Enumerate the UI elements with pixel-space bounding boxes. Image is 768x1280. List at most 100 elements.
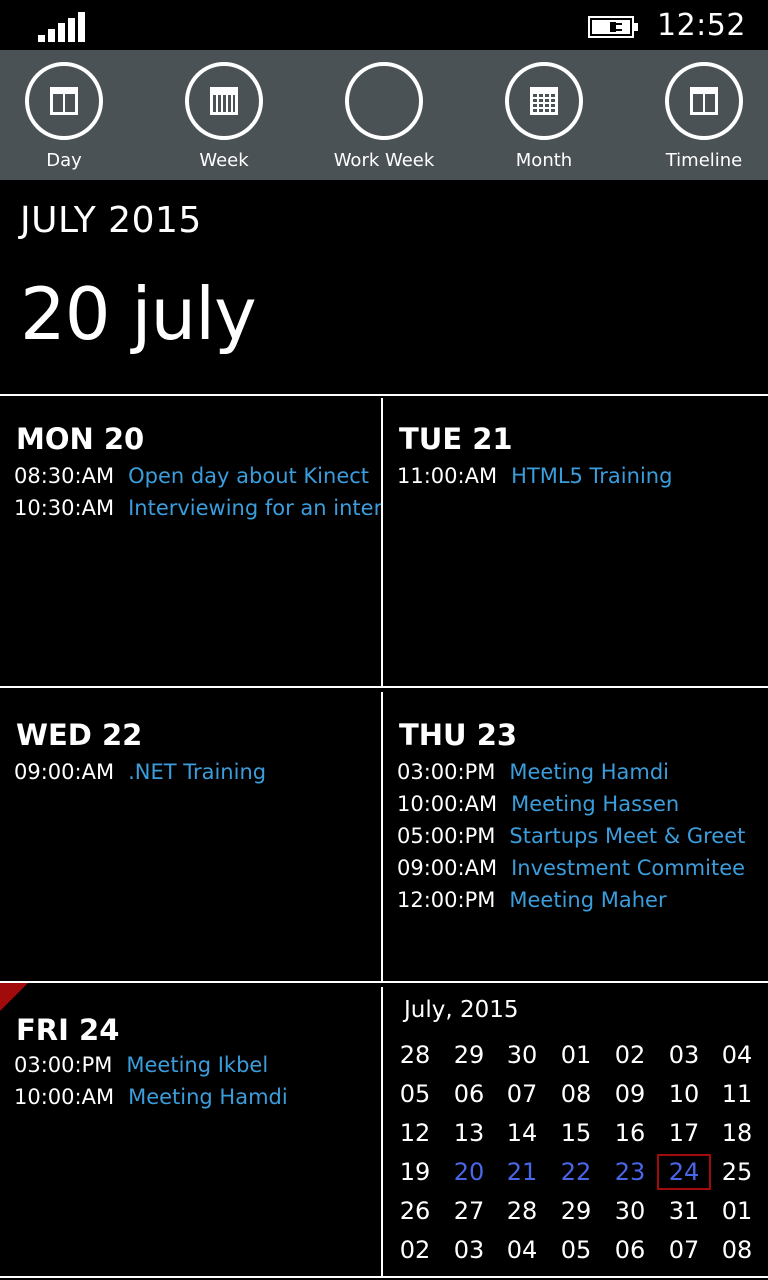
event-time: 08:30:AM: [14, 464, 115, 488]
mini-calendar-day[interactable]: 31: [657, 1193, 711, 1229]
status-bar: 12:52: [0, 0, 768, 50]
mini-calendar-day[interactable]: 27: [442, 1193, 496, 1229]
event-item[interactable]: 09:00:AM .NET Training: [14, 760, 266, 790]
month-view-button[interactable]: Month: [464, 62, 624, 180]
mini-calendar-day[interactable]: 11: [710, 1076, 764, 1112]
timeline-view-label: Timeline: [665, 150, 743, 171]
day-cell-wed[interactable]: WED 22 09:00:AM .NET Training: [0, 688, 381, 981]
mini-calendar-day[interactable]: 30: [603, 1193, 657, 1229]
battery-charging-icon: [588, 16, 638, 38]
mini-calendar-day[interactable]: 04: [710, 1037, 764, 1073]
event-title: Interviewing for an internship: [128, 496, 381, 520]
event-time: 12:00:PM: [397, 888, 496, 912]
mini-calendar-day[interactable]: 02: [388, 1232, 442, 1268]
mini-calendar-day[interactable]: 06: [442, 1076, 496, 1112]
event-title: HTML5 Training: [511, 464, 673, 488]
month-view-icon: [530, 87, 558, 115]
mini-calendar-day[interactable]: 15: [549, 1115, 603, 1151]
mini-calendar-day[interactable]: 16: [603, 1115, 657, 1151]
event-title: Open day about Kinect: [128, 464, 370, 488]
day-heading: TUE 21: [399, 422, 513, 456]
day-cell-fri[interactable]: FRI 24 03:00:PM Meeting Ikbel 10:00:AM Mee…: [0, 983, 381, 1276]
mini-calendar-day[interactable]: 23: [603, 1154, 657, 1190]
event-item[interactable]: 11:00:AM HTML5 Training: [397, 464, 672, 494]
timeline-view-button[interactable]: Timeline: [624, 62, 768, 180]
event-title: Meeting Hassen: [511, 792, 680, 816]
event-item[interactable]: 08:30:AM Open day about Kinect: [14, 464, 369, 494]
mini-calendar-day[interactable]: 17: [657, 1115, 711, 1151]
mini-calendar-day[interactable]: 21: [495, 1154, 549, 1190]
event-item[interactable]: 03:00:PM Meeting Hamdi: [397, 760, 669, 790]
mini-calendar-day[interactable]: 08: [549, 1076, 603, 1112]
mini-calendar-day[interactable]: 25: [710, 1154, 764, 1190]
day-heading: WED 22: [16, 718, 143, 752]
day-heading: FRI 24: [16, 1013, 120, 1047]
event-item[interactable]: 10:00:AM Meeting Hamdi: [14, 1085, 288, 1115]
day-cell-thu[interactable]: THU 23 03:00:PM Meeting Hamdi 10:00:AM Mee…: [383, 688, 768, 981]
mini-calendar-day[interactable]: 29: [442, 1037, 496, 1073]
mini-calendar-day[interactable]: 28: [495, 1193, 549, 1229]
event-time: 10:00:AM: [397, 792, 498, 816]
mini-calendar-day[interactable]: 01: [710, 1193, 764, 1229]
event-title: Meeting Ikbel: [126, 1053, 269, 1077]
mini-calendar-day[interactable]: 20: [442, 1154, 496, 1190]
event-title: Meeting Hamdi: [509, 760, 670, 784]
mini-calendar-day[interactable]: 12: [388, 1115, 442, 1151]
mini-calendar-day[interactable]: 14: [495, 1115, 549, 1151]
mini-calendar-day[interactable]: 29: [549, 1193, 603, 1229]
event-time: 10:00:AM: [14, 1085, 115, 1109]
mini-calendar-day[interactable]: 03: [442, 1232, 496, 1268]
event-item[interactable]: 10:00:AM Meeting Hassen: [397, 792, 679, 822]
event-time: 11:00:AM: [397, 464, 498, 488]
day-view-icon: [50, 87, 78, 115]
event-time: 03:00:PM: [14, 1053, 113, 1077]
mini-calendar-day[interactable]: 30: [495, 1037, 549, 1073]
mini-calendar-day[interactable]: 19: [388, 1154, 442, 1190]
mini-calendar-day[interactable]: 22: [549, 1154, 603, 1190]
mini-calendar-day[interactable]: 03: [657, 1037, 711, 1073]
event-time: 03:00:PM: [397, 760, 496, 784]
event-item[interactable]: 10:30:AM Interviewing for an internship: [14, 496, 381, 526]
mini-calendar-day[interactable]: 01: [549, 1037, 603, 1073]
day-cell-tue[interactable]: TUE 21 11:00:AM HTML5 Training: [383, 396, 768, 686]
event-item[interactable]: 12:00:PM Meeting Maher: [397, 888, 667, 918]
selected-day-title: 20 july: [20, 272, 257, 356]
view-switcher-bar: Day Week Work Week Month Timeline: [0, 50, 768, 180]
mini-calendar-day[interactable]: 06: [603, 1232, 657, 1268]
grid-divider: [0, 1276, 768, 1278]
event-title: Meeting Hamdi: [128, 1085, 288, 1109]
mini-calendar-day[interactable]: 26: [388, 1193, 442, 1229]
event-time: 09:00:AM: [397, 856, 498, 880]
day-view-label: Day: [46, 150, 82, 171]
work-week-view-icon: [345, 62, 423, 140]
mini-calendar-day[interactable]: 05: [388, 1076, 442, 1112]
day-view-button[interactable]: Day: [0, 62, 144, 180]
event-item[interactable]: 05:00:PM Startups Meet & Greet: [397, 824, 745, 854]
mini-calendar-today[interactable]: 24: [657, 1154, 711, 1190]
status-clock: 12:52: [657, 8, 746, 43]
mini-calendar-day[interactable]: 09: [603, 1076, 657, 1112]
day-cell-mon[interactable]: MON 20 08:30:AM Open day about Kinect 10:…: [0, 396, 381, 686]
mini-calendar-day[interactable]: 28: [388, 1037, 442, 1073]
mini-calendar-day[interactable]: 08: [710, 1232, 764, 1268]
event-title: Investment Commitee: [511, 856, 746, 880]
event-item[interactable]: 09:00:AM Investment Commitee: [397, 856, 745, 886]
mini-calendar-day[interactable]: 07: [657, 1232, 711, 1268]
mini-calendar-day[interactable]: 05: [549, 1232, 603, 1268]
event-item[interactable]: 03:00:PM Meeting Ikbel: [14, 1053, 268, 1083]
work-week-view-button[interactable]: Work Week: [304, 62, 464, 180]
mini-calendar-day[interactable]: 04: [495, 1232, 549, 1268]
event-time: 10:30:AM: [14, 496, 115, 520]
mini-calendar-day[interactable]: 13: [442, 1115, 496, 1151]
event-time: 09:00:AM: [14, 760, 115, 784]
mini-calendar-day[interactable]: 10: [657, 1076, 711, 1112]
today-marker: [0, 983, 28, 1011]
event-title: Meeting Maher: [509, 888, 667, 912]
mini-calendar-day[interactable]: 18: [710, 1115, 764, 1151]
mini-calendar-day[interactable]: 02: [603, 1037, 657, 1073]
mini-calendar-day[interactable]: 07: [495, 1076, 549, 1112]
mini-calendar: July, 2015 28 29 30 01 02 03 04 05 06 07 08 09 10 11 1…: [383, 983, 768, 1276]
work-week-view-label: Work Week: [333, 150, 435, 171]
month-view-label: Month: [515, 150, 573, 171]
week-view-button[interactable]: Week: [144, 62, 304, 180]
